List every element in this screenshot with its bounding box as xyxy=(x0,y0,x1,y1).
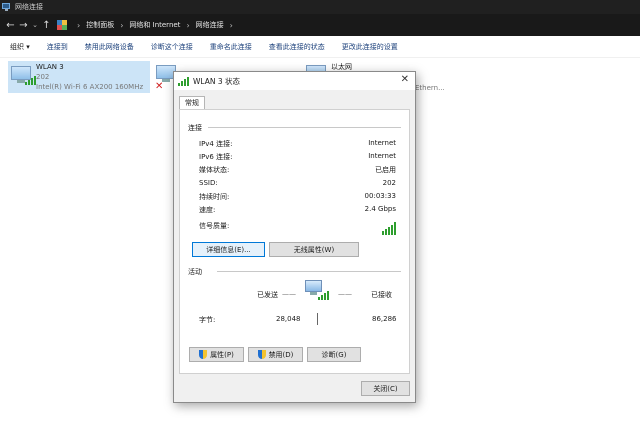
row-label: 媒体状态: xyxy=(199,166,230,174)
row-label: 速度: xyxy=(199,206,216,214)
sent-label: 已发送 xyxy=(257,291,278,299)
row-label: IPv4 连接: xyxy=(199,140,233,148)
status-row-ssid: SSID: 202 xyxy=(199,179,396,187)
status-row-duration: 持续时间: 00:03:33 xyxy=(199,192,396,202)
activity-group-label: 活动 xyxy=(188,268,202,276)
signal-strength-icon xyxy=(382,221,396,235)
wifi-adapter-icon xyxy=(8,62,36,94)
general-panel: 连接 IPv4 连接: Internet IPv6 连接: Internet 媒… xyxy=(179,109,410,374)
bytes-label: 字节: xyxy=(199,316,216,324)
bluetooth-adapter-icon: ✕ xyxy=(155,61,176,93)
group-divider xyxy=(217,271,401,272)
rename-connection-button[interactable]: 重命名此连接 xyxy=(210,42,252,52)
bytes-divider xyxy=(317,313,318,325)
row-label: IPv6 连接: xyxy=(199,153,233,161)
uac-shield-icon xyxy=(199,350,208,359)
row-value: 已启用 xyxy=(375,166,396,174)
breadcrumb-network-connections[interactable]: 网络连接 xyxy=(196,20,224,30)
sent-line: —— xyxy=(282,290,296,298)
properties-button-label: 属性(P) xyxy=(210,350,234,359)
chevron-right-icon[interactable]: › xyxy=(120,21,123,30)
row-label: 信号质量: xyxy=(199,222,230,230)
properties-button[interactable]: 属性(P) xyxy=(189,347,244,362)
uac-shield-icon xyxy=(257,350,266,359)
row-value: 202 xyxy=(382,179,396,187)
close-icon[interactable]: ✕ xyxy=(401,74,409,85)
back-arrow-icon[interactable]: ← xyxy=(4,20,17,31)
wlan-status-dialog: WLAN 3 状态 ✕ 常规 连接 IPv4 连接: Internet IPv6… xyxy=(173,71,416,403)
window-title: 网络连接 xyxy=(15,3,43,11)
connect-to-button[interactable]: 连接到 xyxy=(47,42,68,52)
row-label: SSID: xyxy=(199,179,218,187)
bytes-sent-value: 28,048 xyxy=(276,315,301,323)
breadcrumb[interactable]: › 控制面板 › 网络和 Internet › 网络连接 › xyxy=(57,14,239,36)
view-status-button[interactable]: 查看此连接的状态 xyxy=(269,42,325,52)
status-row-ipv6: IPv6 连接: Internet xyxy=(199,152,396,162)
wireless-properties-button[interactable]: 无线属性(W) xyxy=(269,242,359,257)
breadcrumb-control-panel[interactable]: 控制面板 xyxy=(86,20,114,30)
tab-strip: 常规 xyxy=(179,96,205,110)
status-row-media: 媒体状态: 已启用 xyxy=(199,165,396,175)
diagnose-button[interactable]: 诊断(G) xyxy=(307,347,361,362)
disable-button[interactable]: 禁用(D) xyxy=(248,347,303,362)
row-value: 2.4 Gbps xyxy=(364,205,396,213)
chevron-right-icon[interactable]: › xyxy=(77,21,80,30)
group-divider xyxy=(208,127,401,128)
address-bar: ← → ⌄ ↑ › 控制面板 › 网络和 Internet › 网络连接 › xyxy=(0,14,640,36)
network-connections-icon xyxy=(2,2,11,12)
connection-item-wlan3[interactable]: WLAN 3 202 Intel(R) Wi-Fi 6 AX200 160MHz xyxy=(8,61,150,93)
wifi-signal-icon xyxy=(178,76,189,86)
chevron-right-icon[interactable]: › xyxy=(230,21,233,30)
row-value: Internet xyxy=(368,152,396,160)
disable-button-label: 禁用(D) xyxy=(268,350,294,359)
tab-general[interactable]: 常规 xyxy=(179,96,205,110)
activity-monitor-icon xyxy=(304,278,329,302)
status-row-ipv4: IPv4 连接: Internet xyxy=(199,139,396,149)
connection-device: Intel(R) Wi-Fi 6 AX200 160MHz xyxy=(36,83,144,91)
disable-device-button[interactable]: 禁用此网络设备 xyxy=(85,42,134,52)
details-button[interactable]: 详细信息(E)... xyxy=(192,242,265,257)
connection-device: Ethern... xyxy=(415,84,445,92)
window-titlebar: 网络连接 xyxy=(0,0,640,14)
connection-group-label: 连接 xyxy=(188,124,202,132)
organize-menu[interactable]: 组织 ▾ xyxy=(10,42,30,52)
change-settings-button[interactable]: 更改此连接的设置 xyxy=(342,42,398,52)
dialog-titlebar: WLAN 3 状态 ✕ xyxy=(174,72,415,90)
recent-locations-icon[interactable]: ⌄ xyxy=(30,21,40,29)
command-bar: 组织 ▾ 连接到 禁用此网络设备 诊断这个连接 重命名此连接 查看此连接的状态 … xyxy=(0,36,640,58)
up-arrow-icon[interactable]: ↑ xyxy=(40,20,53,31)
received-line: —— xyxy=(338,290,352,298)
row-value: Internet xyxy=(368,139,396,147)
row-label: 持续时间: xyxy=(199,193,230,201)
received-label: 已接收 xyxy=(371,291,392,299)
bytes-received-value: 86,286 xyxy=(372,315,397,323)
close-button[interactable]: 关闭(C) xyxy=(361,381,410,396)
status-row-speed: 速度: 2.4 Gbps xyxy=(199,205,396,215)
breadcrumb-network-internet[interactable]: 网络和 Internet xyxy=(129,20,180,30)
forward-arrow-icon[interactable]: → xyxy=(17,20,30,31)
disconnected-x-icon: ✕ xyxy=(155,81,164,92)
connection-item-bluetooth[interactable]: ✕ xyxy=(155,61,176,93)
connection-status: 202 xyxy=(36,73,50,81)
row-value: 00:03:33 xyxy=(364,192,396,200)
control-panel-icon xyxy=(57,20,67,30)
chevron-right-icon[interactable]: › xyxy=(186,21,189,30)
dialog-title: WLAN 3 状态 xyxy=(193,76,241,86)
connection-name: WLAN 3 xyxy=(36,63,64,71)
diagnose-connection-button[interactable]: 诊断这个连接 xyxy=(151,42,193,52)
status-row-signal: 信号质量: xyxy=(199,221,396,235)
